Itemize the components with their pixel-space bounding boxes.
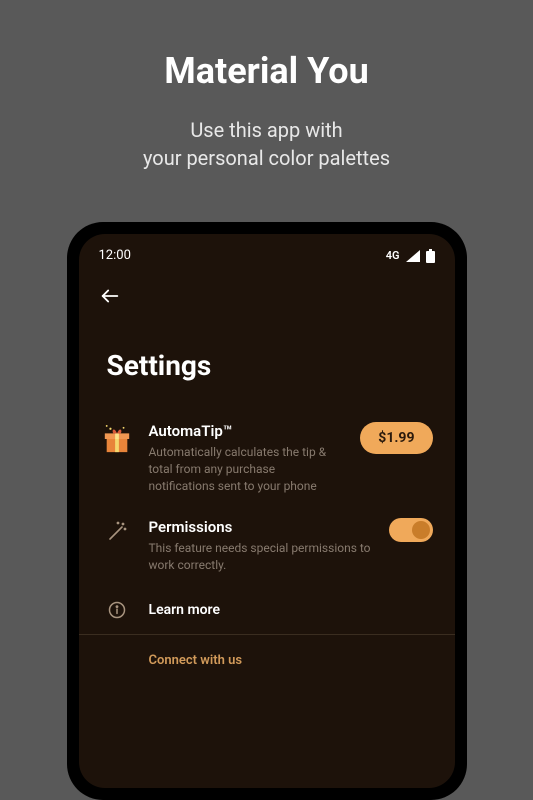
- permissions-title: Permissions: [149, 518, 373, 536]
- page-subtitle: Use this app with your personal color pa…: [143, 116, 390, 172]
- settings-title: Settings: [79, 311, 455, 410]
- page-title: Material You: [164, 50, 369, 92]
- automatip-description: Automatically calculates the tip & total…: [149, 444, 345, 494]
- phone-screen: 12:00 4G Settings: [79, 234, 455, 788]
- permissions-toggle[interactable]: [389, 518, 433, 542]
- back-button[interactable]: [99, 285, 121, 307]
- learn-more-label: Learn more: [149, 602, 220, 618]
- setting-permissions: Permissions This feature needs special p…: [79, 506, 455, 586]
- status-right: 4G: [386, 249, 435, 263]
- setting-action: $1.99: [360, 422, 432, 454]
- status-bar: 12:00 4G: [79, 234, 455, 271]
- automatip-title: AutomaTip™: [149, 422, 345, 440]
- signal-icon: [406, 250, 420, 262]
- status-time: 12:00: [99, 248, 131, 263]
- wand-icon: [101, 518, 133, 544]
- info-icon: [101, 600, 133, 620]
- price-button[interactable]: $1.99: [360, 422, 432, 454]
- setting-body: Permissions This feature needs special p…: [149, 518, 373, 574]
- battery-icon: [426, 249, 435, 263]
- permissions-description: This feature needs special permissions t…: [149, 540, 373, 574]
- setting-automatip: AutomaTip™ Automatically calculates the …: [79, 410, 455, 506]
- gift-icon: [101, 422, 133, 454]
- learn-more-row[interactable]: Learn more: [79, 586, 455, 635]
- toggle-knob: [412, 521, 430, 539]
- setting-body: AutomaTip™ Automatically calculates the …: [149, 422, 345, 494]
- phone-frame: 12:00 4G Settings: [67, 222, 467, 800]
- network-label: 4G: [386, 249, 400, 262]
- setting-action: [389, 518, 433, 542]
- app-bar: [79, 271, 455, 311]
- connect-label: Connect with us: [79, 635, 455, 668]
